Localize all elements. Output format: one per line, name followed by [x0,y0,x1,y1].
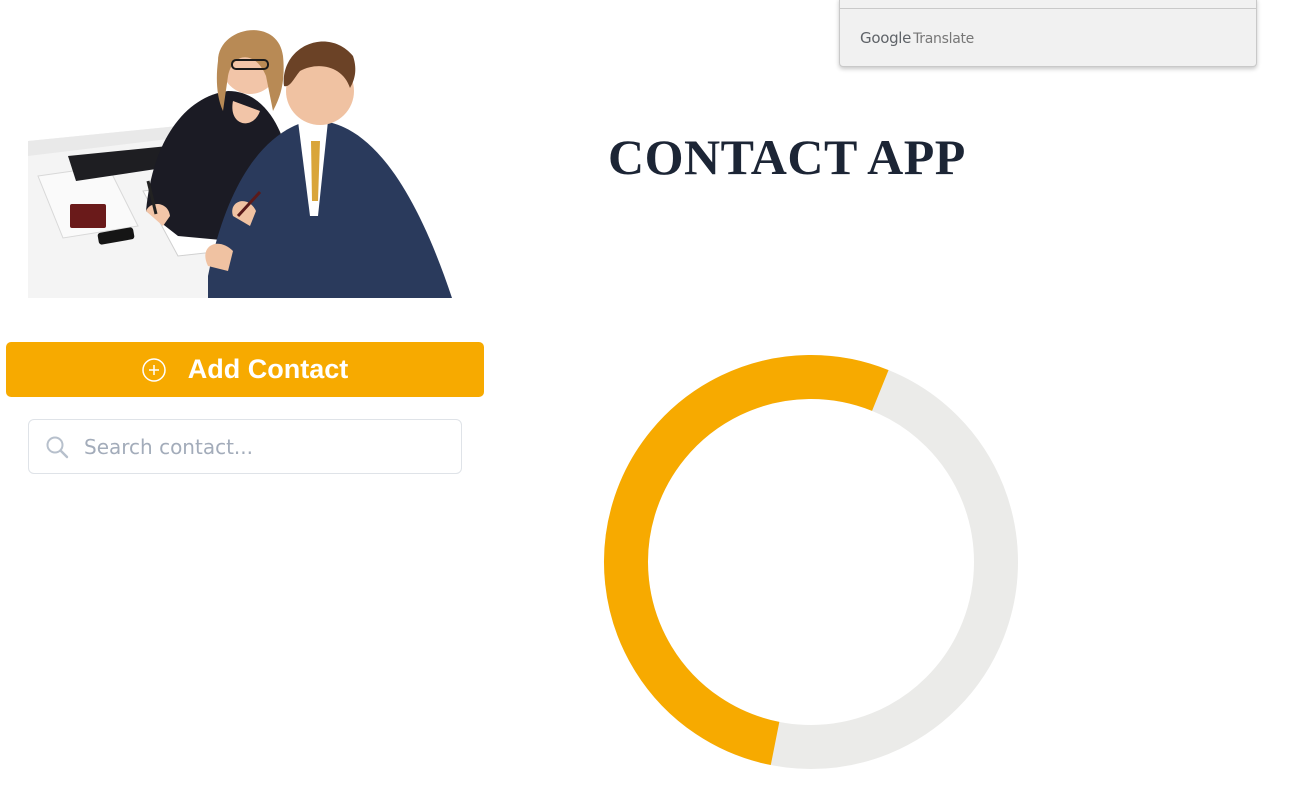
page-title: CONTACT APP [608,129,966,185]
search-icon [46,436,69,459]
translate-logo-text: Translate [913,31,974,47]
google-translate-brand[interactable]: Google Translate [860,29,974,47]
donut-filled-segment [604,355,889,766]
search-input[interactable] [84,428,444,466]
add-contact-button[interactable]: Add Contact [6,342,484,397]
search-box [28,419,462,474]
hero-image [28,30,452,298]
add-contact-label: Add Contact [187,354,349,384]
progress-donut [604,355,1018,769]
plus-circle-icon [142,357,166,382]
google-logo-text: Google [860,29,912,47]
google-translate-panel: Google Translate [839,0,1257,67]
translate-panel-divider [840,8,1256,9]
